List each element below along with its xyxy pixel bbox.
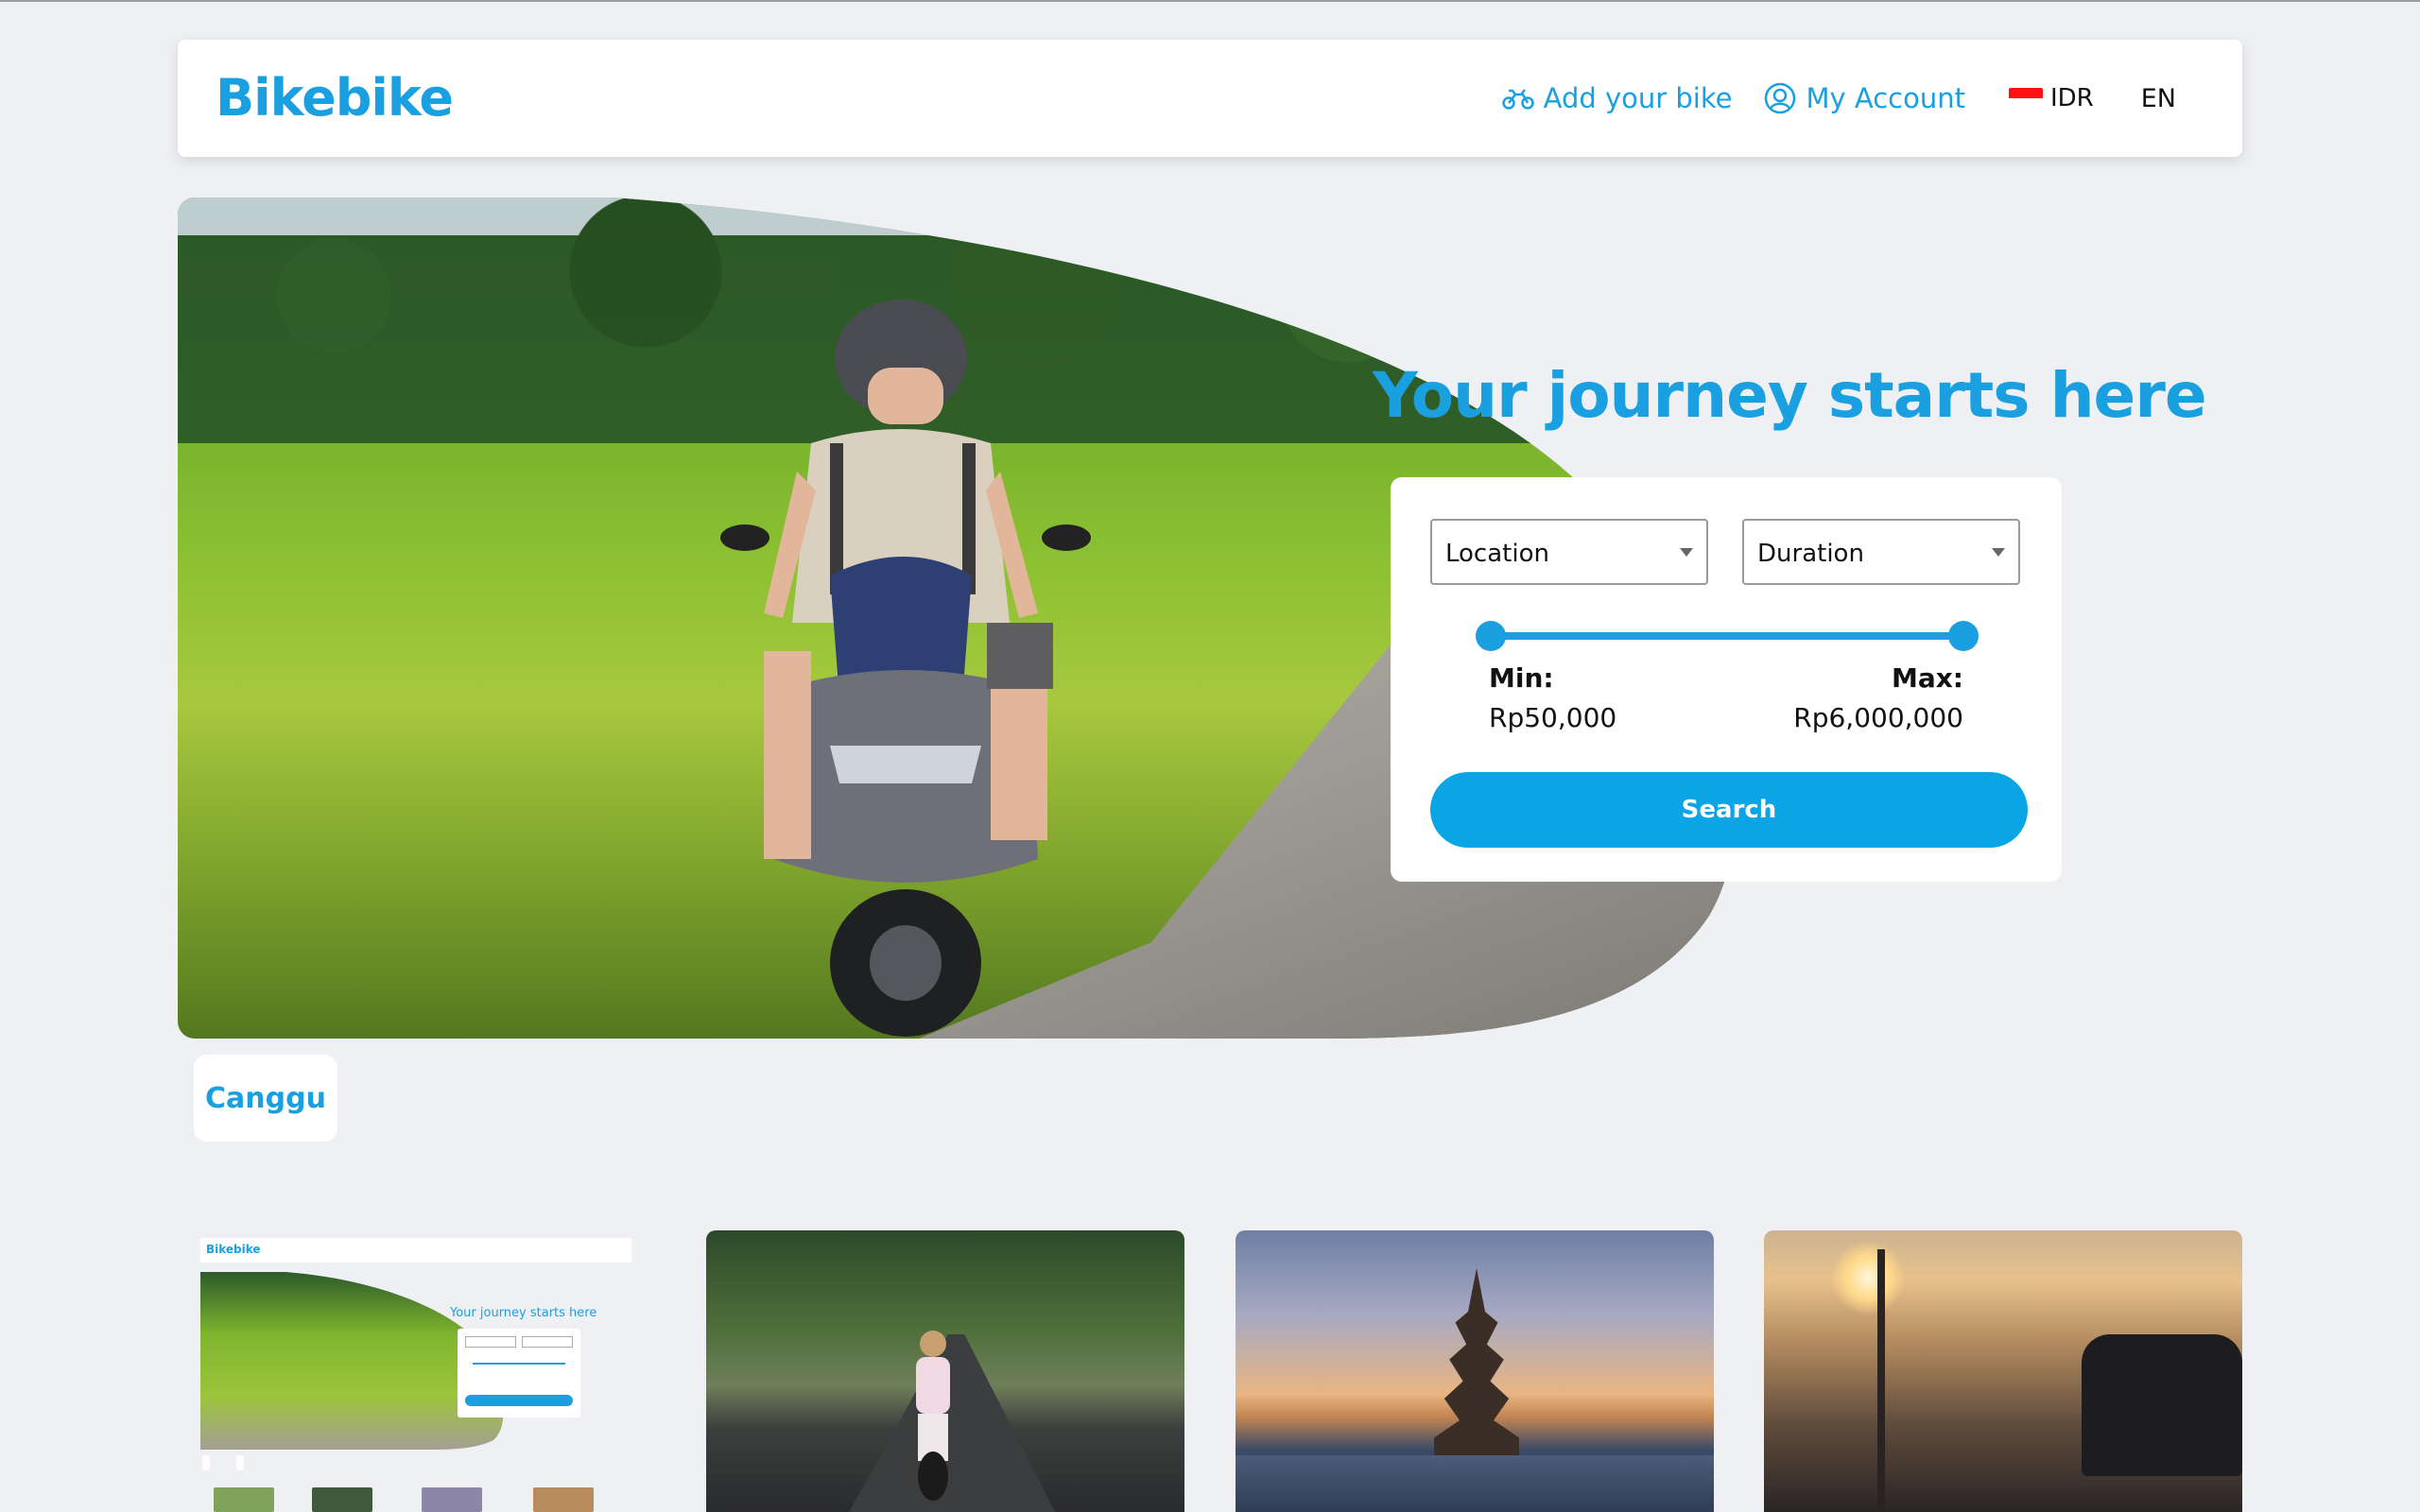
- lake-image: [1236, 1455, 1714, 1512]
- duration-select-value: Duration: [1757, 540, 1864, 568]
- location-card-temple[interactable]: [1236, 1230, 1714, 1512]
- chevron-down-icon: [1992, 548, 2005, 557]
- preview-logo: Bikebike: [206, 1243, 261, 1256]
- add-bike-label: Add your bike: [1543, 82, 1733, 114]
- location-card-preview[interactable]: Bikebike Your journey starts here: [199, 1230, 633, 1512]
- preview-thumbnail: [533, 1487, 594, 1512]
- preview-thumbnail: [214, 1487, 274, 1512]
- location-card-street[interactable]: [1764, 1230, 2242, 1512]
- preview-chip: [202, 1455, 210, 1470]
- motorbike-icon: [1501, 89, 1534, 110]
- preview-duration-select: [522, 1336, 573, 1348]
- car-image: [2082, 1334, 2242, 1476]
- price-range-track[interactable]: [1491, 632, 1963, 640]
- preview-price-track: [473, 1363, 565, 1365]
- scooter-rider-illustration: [707, 254, 1104, 1039]
- preview-thumbnail: [312, 1487, 372, 1512]
- language-selector[interactable]: EN: [2141, 84, 2176, 113]
- user-circle-icon: [1765, 82, 1796, 114]
- max-price-label: Max:: [1891, 662, 1963, 694]
- brand-logo[interactable]: Bikebike: [216, 68, 454, 128]
- location-select-value: Location: [1445, 540, 1549, 568]
- max-price-value: Rp6,000,000: [1793, 702, 1963, 733]
- preview-search-panel: [458, 1329, 580, 1418]
- preview-hero-title: Your journey starts here: [450, 1306, 597, 1320]
- preview-thumbnail: [422, 1487, 482, 1512]
- top-navbar: Bikebike Add your bike My Account IDR EN: [178, 40, 2242, 157]
- search-panel: Location Duration Min: Max: Rp50,000 Rp6…: [1391, 477, 2062, 882]
- duration-select[interactable]: Duration: [1742, 519, 2020, 585]
- preview-search-button: [465, 1395, 573, 1406]
- preview-header: Bikebike: [200, 1238, 631, 1263]
- location-select[interactable]: Location: [1430, 519, 1708, 585]
- price-max-handle[interactable]: [1948, 621, 1979, 651]
- hero-title: Your journey starts here: [1373, 359, 2207, 432]
- street-pole-image: [1877, 1249, 1885, 1512]
- sun-image: [1830, 1240, 1906, 1315]
- my-account-link[interactable]: My Account: [1764, 82, 1965, 114]
- temple-image: [1434, 1268, 1519, 1486]
- preview-chip: [236, 1455, 244, 1470]
- indonesia-flag-icon[interactable]: [2008, 88, 2043, 109]
- min-price-label: Min:: [1489, 662, 1554, 694]
- nav-links: Add your bike My Account IDR EN: [1470, 77, 2176, 119]
- search-button[interactable]: Search: [1430, 772, 2028, 848]
- preview-location-select: [465, 1336, 516, 1348]
- min-price-value: Rp50,000: [1489, 702, 1617, 733]
- window-top-edge: [0, 0, 2420, 2]
- price-min-handle[interactable]: [1476, 621, 1506, 651]
- my-account-label: My Account: [1806, 82, 1965, 114]
- location-chip-canggu[interactable]: Canggu: [194, 1055, 337, 1142]
- chevron-down-icon: [1680, 548, 1693, 557]
- location-card-forest-road[interactable]: [706, 1230, 1184, 1512]
- rider-figure-image: [916, 1331, 950, 1501]
- add-bike-link[interactable]: Add your bike: [1501, 82, 1733, 114]
- currency-selector[interactable]: IDR: [2050, 84, 2094, 112]
